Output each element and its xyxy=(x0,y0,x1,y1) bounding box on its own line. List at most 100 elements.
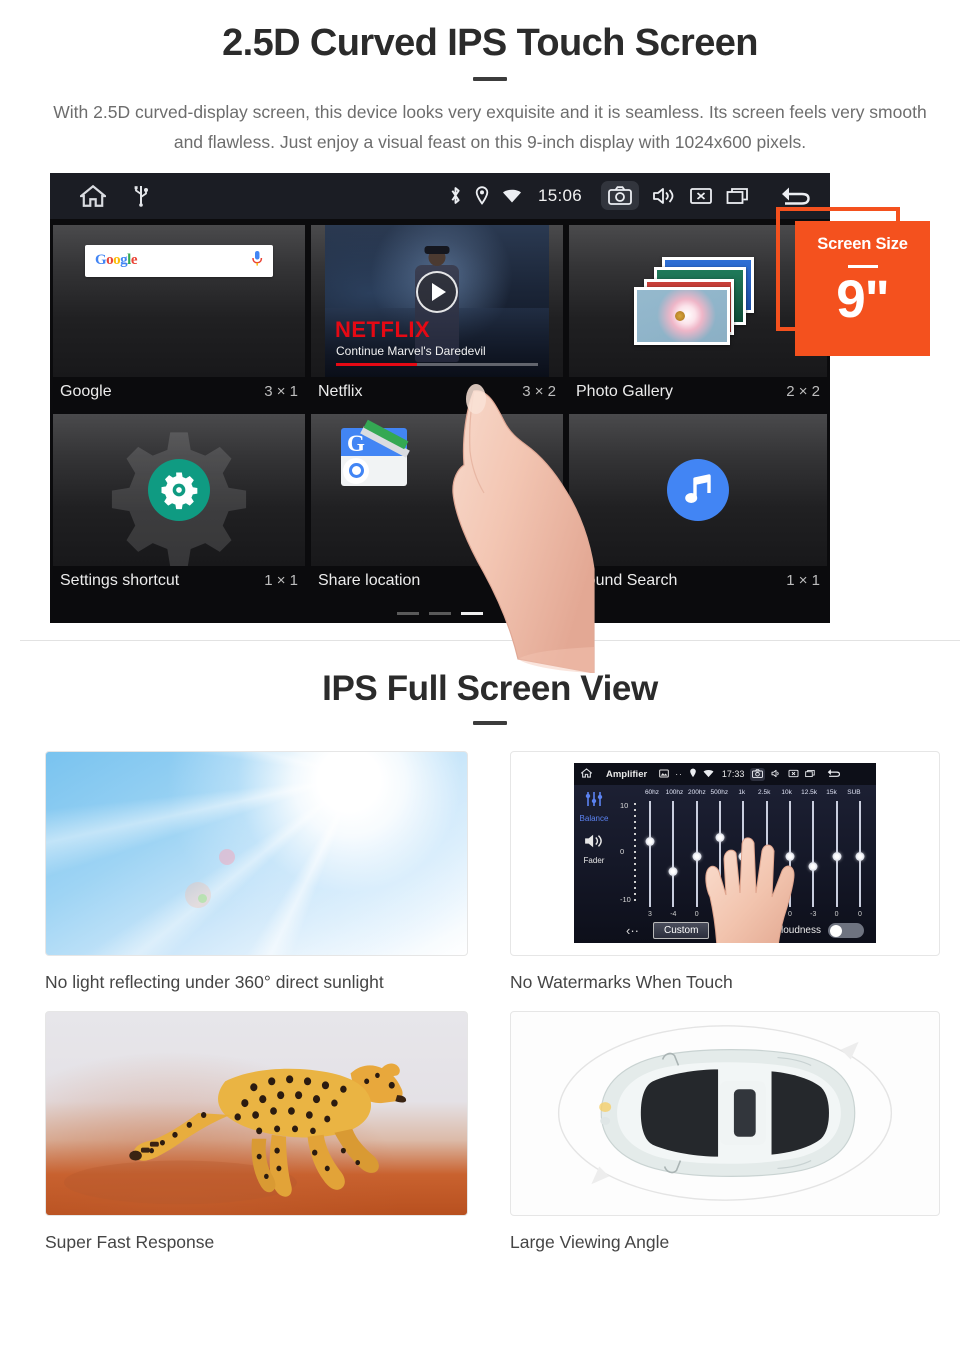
eq-slider xyxy=(850,801,870,908)
photo-thumb-front xyxy=(634,286,730,345)
title-underline xyxy=(473,76,507,81)
widget-name: Photo Gallery xyxy=(576,382,673,400)
band-label: 15k xyxy=(826,789,837,797)
widget-label-share-location: Share location 1 × 1 xyxy=(308,566,566,597)
more-icon: ·· xyxy=(675,769,683,780)
equalizer-icon[interactable] xyxy=(584,791,604,812)
scale-label: -10 xyxy=(620,895,631,905)
page-dot-active[interactable] xyxy=(461,611,483,615)
band-label: 12.5k xyxy=(801,789,818,797)
home-icon[interactable] xyxy=(80,184,106,208)
band-label: 60hz xyxy=(644,789,660,797)
person-pin-icon xyxy=(343,457,369,484)
lens-flare xyxy=(197,893,207,903)
band-label: 500hz xyxy=(710,789,729,797)
lens-flare xyxy=(218,849,235,866)
eq-slider xyxy=(663,801,683,908)
scale-ticks xyxy=(634,803,636,904)
amplifier-body: Balance Fader 60hz 100hz 200hz 500hz 1k … xyxy=(574,785,876,944)
camera-icon[interactable] xyxy=(750,767,766,781)
bluetooth-icon xyxy=(449,186,462,205)
widget-grid: Google Google 3 × 1 NETFLIX Continue Mar… xyxy=(50,219,830,597)
widget-row-1: Google Google 3 × 1 NETFLIX Continue Mar… xyxy=(50,219,830,408)
band-label: 200hz xyxy=(688,789,706,797)
music-note-icon[interactable] xyxy=(667,458,729,521)
widget-row-2: Settings shortcut 1 × 1 G Share location… xyxy=(50,408,830,597)
widget-size: 3 × 2 xyxy=(522,383,556,401)
netflix-progress-bar xyxy=(336,363,538,366)
back-icon[interactable] xyxy=(826,768,841,780)
previous-preset-icon[interactable]: ‹·· xyxy=(626,923,639,938)
section-ips-full-screen-view: IPS Full Screen View No light reflecting… xyxy=(0,641,980,1271)
section-description: With 2.5D curved-display screen, this de… xyxy=(53,101,927,152)
netflix-artwork: NETFLIX Continue Marvel's Daredevil xyxy=(325,224,549,377)
car-top-view-image xyxy=(510,1010,940,1216)
device-status-bar: 15:06 xyxy=(50,172,830,219)
widget-netflix[interactable]: NETFLIX Continue Marvel's Daredevil Netf… xyxy=(308,219,566,408)
widget-size: 3 × 1 xyxy=(264,383,298,401)
sidebar-label-fader[interactable]: Fader xyxy=(584,856,605,865)
widget-name: Settings shortcut xyxy=(60,571,180,589)
band-label: 1k xyxy=(738,789,746,797)
widget-size: 2 × 2 xyxy=(786,383,820,401)
google-search-bar[interactable]: Google xyxy=(85,244,273,277)
feature-cell-fast-response: Super Fast Response xyxy=(20,1010,490,1271)
status-bar-left xyxy=(50,184,148,208)
band-value: 0 xyxy=(858,911,862,919)
sidebar-label-balance[interactable]: Balance xyxy=(580,814,609,823)
feature-cell-watermarks: Amplifier ·· 17:33 Balance Fader 60hz 10… xyxy=(490,750,960,1011)
eq-slider xyxy=(640,801,660,908)
widget-share-location[interactable]: G Share location 1 × 1 xyxy=(308,408,566,597)
equalizer-panel: 60hz 100hz 200hz 500hz 1k 2.5k 10k 12.5k… xyxy=(614,785,876,944)
device-screenshot-wrapper: 15:06 Google Google 3 × 1 NETFLIX Contin… xyxy=(50,172,930,674)
band-label: 10k xyxy=(781,789,792,797)
page-dot[interactable] xyxy=(397,611,419,615)
car-top-view-illustration xyxy=(557,1024,893,1201)
badge-rule xyxy=(847,264,878,269)
page-dot[interactable] xyxy=(429,611,451,615)
band-label: 2.5k xyxy=(758,789,771,797)
camera-icon[interactable] xyxy=(601,181,639,211)
status-bar-clock: 15:06 xyxy=(537,185,582,205)
close-icon[interactable] xyxy=(788,769,799,780)
widget-settings-shortcut[interactable]: Settings shortcut 1 × 1 xyxy=(50,408,308,597)
scale-label: 10 xyxy=(620,801,629,811)
amplifier-clock: 17:33 xyxy=(721,769,745,780)
volume-icon[interactable] xyxy=(771,769,782,780)
feature-caption: No light reflecting under 360° direct su… xyxy=(45,971,384,992)
section2-title-underline xyxy=(473,720,507,725)
lens-flare xyxy=(184,881,211,908)
close-icon[interactable] xyxy=(689,186,713,206)
play-icon[interactable] xyxy=(416,270,458,313)
google-maps-icon[interactable]: G xyxy=(341,419,410,486)
band-value: 0 xyxy=(834,911,839,919)
home-icon[interactable] xyxy=(579,768,594,780)
recents-icon[interactable] xyxy=(805,769,816,780)
status-bar-right: 15:06 xyxy=(449,181,830,211)
netflix-subtitle: Continue Marvel's Daredevil xyxy=(336,343,486,358)
cheetah-image xyxy=(45,1010,468,1216)
location-icon xyxy=(475,186,489,206)
band-value: 3 xyxy=(648,911,652,919)
netflix-brand: NETFLIX xyxy=(335,316,431,342)
badge-value: 9" xyxy=(836,270,890,330)
widget-sound-search[interactable]: Sound Search 1 × 1 xyxy=(566,408,830,597)
hand-illustration xyxy=(692,819,812,944)
cheetah-silhouette xyxy=(63,1063,407,1204)
recents-icon[interactable] xyxy=(726,186,751,206)
feature-caption: No Watermarks When Touch xyxy=(510,971,733,992)
loudness-toggle[interactable] xyxy=(828,923,864,939)
microphone-icon[interactable] xyxy=(251,250,263,272)
volume-icon[interactable] xyxy=(652,186,676,206)
scale-label: 0 xyxy=(620,847,625,857)
screen-size-badge: Screen Size 9" xyxy=(795,220,930,356)
fader-speaker-icon[interactable] xyxy=(583,833,605,854)
sun-rays xyxy=(46,751,467,955)
back-icon[interactable] xyxy=(778,185,812,207)
feature-cell-viewing-angle: Large Viewing Angle xyxy=(490,1010,960,1271)
settings-gear-icon[interactable] xyxy=(148,458,210,521)
page-indicator[interactable] xyxy=(397,611,483,615)
usb-icon xyxy=(134,185,148,207)
feature-cell-sunlight: No light reflecting under 360° direct su… xyxy=(20,750,490,1011)
widget-google[interactable]: Google Google 3 × 1 xyxy=(50,219,308,408)
